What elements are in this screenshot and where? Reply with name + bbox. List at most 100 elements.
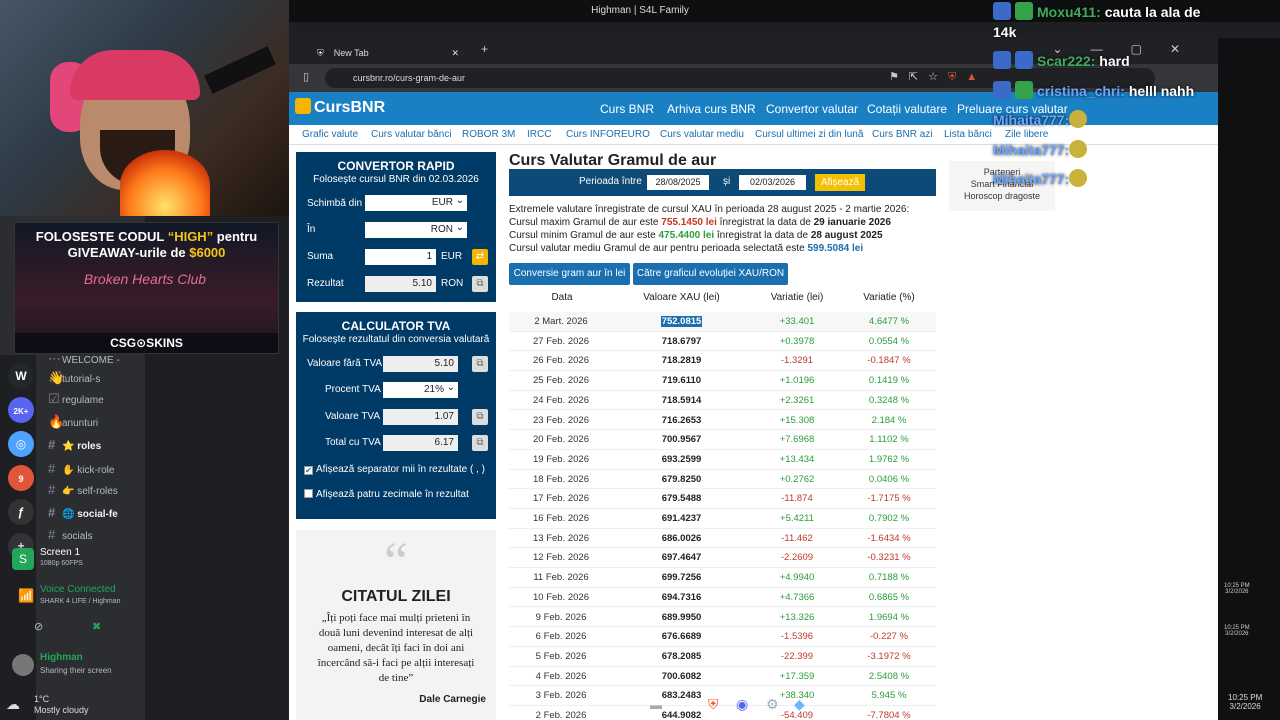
copy-total-icon[interactable]: ⧉ [472,435,488,451]
cell-var-lei: -1.5396 [780,631,814,643]
cell-value[interactable]: 679.8250 [629,474,734,485]
convert-gram-button[interactable]: Conversie gram aur în lei [509,263,630,285]
cell-value[interactable]: 752.0815 [629,316,734,327]
decimals-checkbox[interactable]: Afișează patru zecimale în rezultat [304,489,469,500]
separator-checkbox[interactable]: ✔ Afișează separator mii în rezultate ( ,… [304,464,485,475]
subnav-lista[interactable]: Lista bănci [944,129,992,140]
copy-tva-icon[interactable]: ⧉ [472,409,488,425]
tva-total-label: Total cu TVA [325,437,381,448]
channel-item[interactable]: 🔥anunturi [48,414,98,430]
weather-widget[interactable]: ☁ 1°C Mostly cloudy [6,694,136,718]
screen-share-card[interactable]: S Screen 1 1080p 60FPS [8,544,145,574]
tva-percent-select[interactable]: 21% [383,380,458,398]
cell-date: 25 Feb. 2026 [533,375,589,387]
server-icon-w[interactable]: W [8,363,34,389]
tab-new[interactable]: ⛨ New Tab ✕ [317,42,467,64]
sum-input[interactable]: 1 [365,249,436,265]
discord-icon[interactable]: ◉ [736,696,748,713]
cell-value[interactable]: 718.5914 [629,395,734,406]
tva-total-output[interactable]: 6.17 [383,435,458,451]
show-button[interactable]: Afișează [815,174,865,191]
files-icon[interactable]: ▬ [650,698,662,712]
site-logo[interactable]: CursBNR [295,98,385,117]
close-icon[interactable]: ✖ [92,620,101,633]
channel-item[interactable]: # socials [48,527,93,543]
tva-value-output[interactable]: 1.07 [383,409,458,425]
user-panel[interactable]: Highman Sharing their screen [8,650,145,680]
cell-value[interactable]: 699.7256 [629,572,734,583]
from-currency-select[interactable]: EUR [365,193,467,211]
cell-value[interactable]: 700.9567 [629,434,734,445]
subnav-grafic[interactable]: Grafic valute [302,129,358,140]
emote-icon [1069,110,1088,128]
subnav-inforeuro[interactable]: Curs INFOREURO [566,129,650,140]
channel-item[interactable]: ☑ regulame [48,391,104,407]
nav-convertor[interactable]: Convertor valutar [766,102,858,116]
chat-message: Mihaita777: [993,110,1091,128]
app-icon[interactable]: ◆ [794,696,805,713]
copy-net-icon[interactable]: ⧉ [472,356,488,372]
channel-item[interactable]: # ⭐ roles [48,437,101,453]
cell-value[interactable]: 676.6689 [629,631,734,642]
nav-cotatii[interactable]: Cotații valutare [867,102,947,116]
table-row: 17 Feb. 2026 679.5488 -11.874 -1.7175 % [509,489,936,509]
partner-link-horoscop[interactable]: Horoscop dragoste [949,189,1055,201]
subnav-mediu[interactable]: Curs valutar mediu [660,129,744,140]
to-currency-select[interactable]: RON [365,220,467,238]
copy-result-icon[interactable]: ⧉ [472,276,488,292]
cell-value[interactable]: 691.4237 [629,513,734,524]
cell-value[interactable]: 700.6082 [629,671,734,682]
nav-curs-bnr[interactable]: Curs BNR [600,102,654,116]
right-screen-strip: 10:25 PM 3/2/2026 10:25 PM 3/2/2026 10:25 … [1218,38,1280,720]
date-to-input[interactable]: 02/03/2026 [739,175,806,190]
period-label: Perioada între [579,176,642,187]
server-icon-f[interactable]: ƒ [8,499,34,525]
swap-icon[interactable]: ⇄ [472,249,488,265]
cell-var-pct: -0.227 % [869,631,909,643]
server-icon-9[interactable]: 9 [8,465,34,491]
toolbar-icons[interactable]: ⚑⇱☆⛨▲ [889,70,987,84]
channel-item[interactable]: # 🌐 social-fe [48,505,118,521]
subnav-ircc[interactable]: IRCC [527,129,551,140]
cell-value[interactable]: 679.5488 [629,493,734,504]
cell-value[interactable]: 686.0026 [629,533,734,544]
subnav-robor[interactable]: ROBOR 3M [462,129,515,140]
cell-var-pct: 2.5408 % [868,670,910,682]
microphone-arm [204,46,276,94]
channel-item[interactable]: # ✋ kick-role [48,461,114,477]
cell-value[interactable]: 718.6797 [629,336,734,347]
cell-value[interactable]: 718.2819 [629,355,734,366]
cell-value[interactable]: 689.9950 [629,612,734,623]
cell-var-lei: +4.9940 [779,572,815,584]
tva-net-value[interactable]: 5.10 [383,356,458,372]
date-from-input[interactable]: 28/08/2025 [647,175,709,190]
cell-value[interactable]: 719.6110 [629,375,734,386]
subnav-azi[interactable]: Curs BNR azi [872,129,933,140]
cell-value[interactable]: 678.2085 [629,651,734,662]
channel-name: 👉 self-roles [62,486,118,497]
voice-status[interactable]: 📶 Voice Connected SHARK 4 LIFE / Highman… [8,582,145,633]
mute-icon[interactable]: ⊘ [34,620,43,633]
steam-icon[interactable]: ⚙ [766,696,779,713]
new-tab-icon[interactable]: + [481,42,488,56]
subnav-zile[interactable]: Zile libere [1005,129,1048,140]
nav-arhiva[interactable]: Arhiva curs BNR [667,102,756,116]
cell-value[interactable]: 694.7316 [629,592,734,603]
channel-item[interactable]: # 👉 self-roles [48,482,118,498]
subnav-ultima[interactable]: Cursul ultimei zi din lună [755,129,863,140]
server-icon-swirl[interactable]: ◎ [8,431,34,457]
brave-icon[interactable]: ⛨ [708,696,719,713]
bookmark-icon[interactable]: ▯ [303,70,309,83]
subnav-banci[interactable]: Curs valutar bănci [371,129,452,140]
cell-value[interactable]: 716.2653 [629,415,734,426]
result-output[interactable]: 5.10 [365,276,436,292]
channel-item[interactable]: 👋tutorial-s [48,370,100,386]
cell-value[interactable]: 693.2599 [629,454,734,465]
chart-xau-button[interactable]: Către graficul evoluției XAU/RON [633,263,788,285]
cell-date: 13 Feb. 2026 [533,532,589,544]
channel-name: 🌐 social-fe [62,509,118,520]
tab-close-icon[interactable]: ✕ [451,42,459,64]
cell-var-lei: -11.462 [781,532,813,544]
cell-value[interactable]: 697.4647 [629,552,734,563]
server-icon-2k[interactable]: 2K+ [8,397,34,423]
